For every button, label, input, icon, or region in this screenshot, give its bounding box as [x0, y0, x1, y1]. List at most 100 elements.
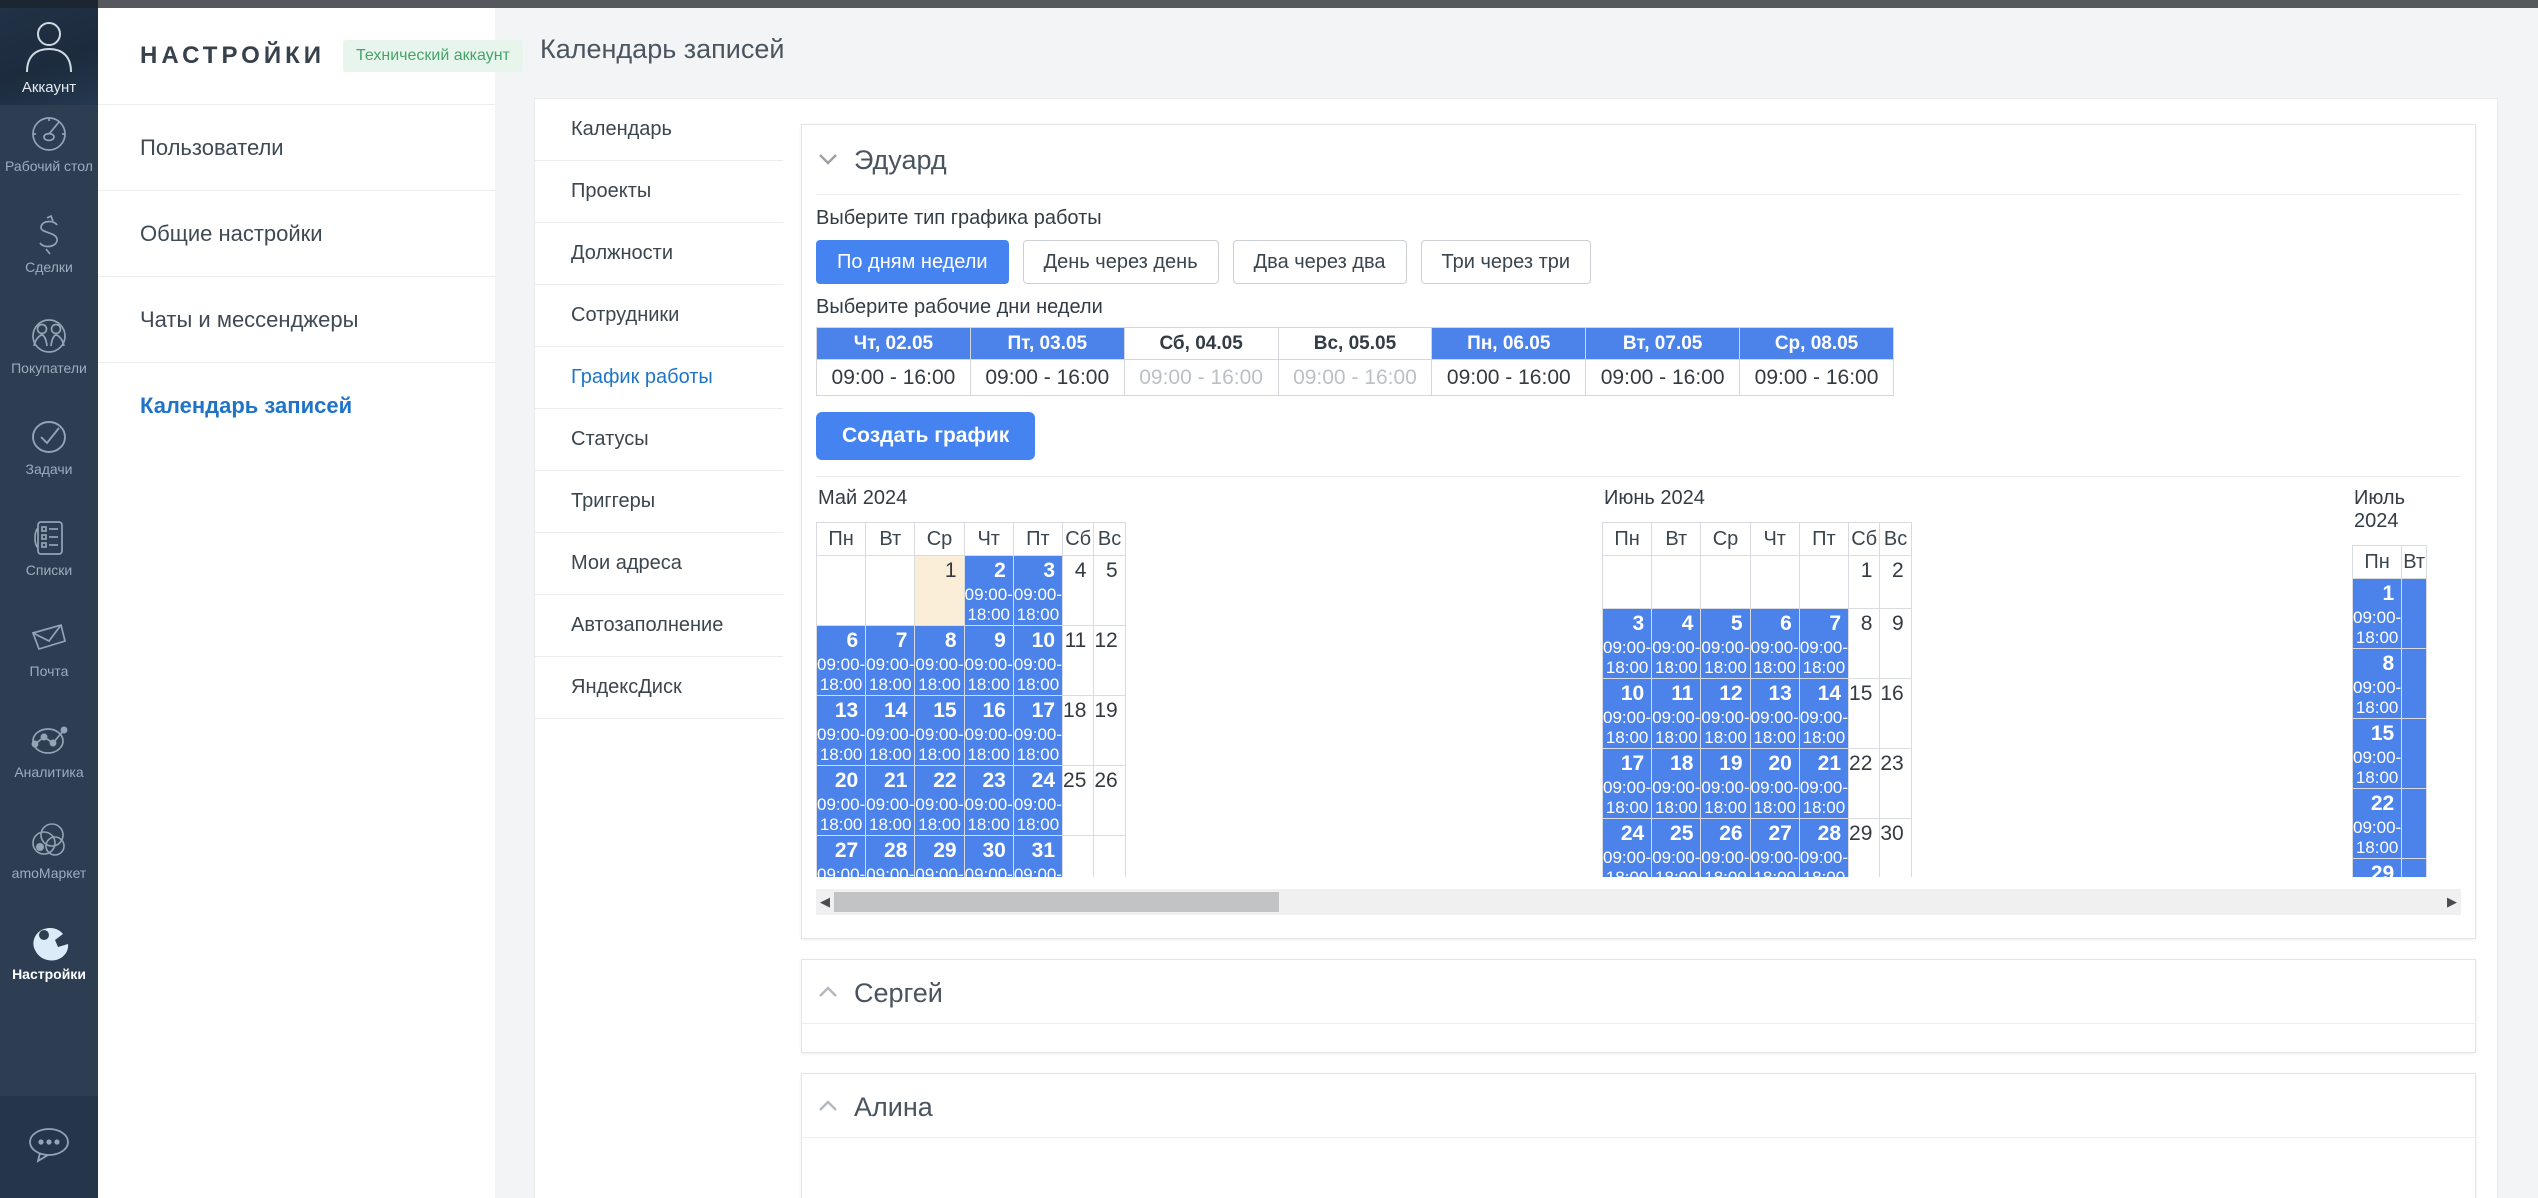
day-cell[interactable]: 809:00-18:00 [915, 626, 964, 696]
day-cell[interactable]: 2609:00-18:00 [1701, 819, 1750, 878]
day-cell[interactable]: 2809:00-18:00 [1799, 819, 1848, 878]
day-cell[interactable]: 1809:00-18:00 [1652, 749, 1701, 819]
day-cell[interactable]: 1409:00-18:00 [866, 696, 915, 766]
day-cell[interactable]: 8 [1849, 609, 1880, 679]
day-cell[interactable]: 18 [1063, 696, 1094, 766]
schedule-type-button[interactable]: Три через три [1421, 240, 1591, 284]
day-cell[interactable]: 4 [1063, 556, 1094, 626]
sidebar-item-buyers[interactable]: Покупатели [0, 314, 98, 415]
day-cell[interactable]: 26 [1094, 766, 1125, 836]
day-cell[interactable]: 12 [1094, 626, 1125, 696]
day-cell[interactable]: 209:00-18:00 [964, 556, 1013, 626]
day-cell[interactable]: 609:00-18:00 [1750, 609, 1799, 679]
day-cell[interactable]: 109:00-18:00 [2353, 579, 2402, 649]
sidebar-item-amomarket[interactable]: amoМаркет [0, 819, 98, 920]
week-day-header[interactable]: Чт, 02.05 [817, 328, 971, 360]
day-cell[interactable]: 25 [1063, 766, 1094, 836]
settings-nav-item[interactable]: Общие настройки [98, 190, 495, 276]
day-cell[interactable]: 2309:00-18:00 [964, 766, 1013, 836]
day-cell[interactable]: 1409:00-18:00 [1799, 679, 1848, 749]
sidebar-item-tasks[interactable]: Задачи [0, 415, 98, 516]
sidebar-item-deals[interactable]: Сделки [0, 213, 98, 314]
settings-nav-item[interactable]: Календарь записей [98, 362, 495, 448]
week-day-time[interactable]: 09:00 - 16:00 [1740, 360, 1894, 396]
week-day-header[interactable]: Пн, 06.05 [1432, 328, 1586, 360]
day-cell[interactable]: 3109:00-18:00 [1013, 836, 1062, 878]
submenu-item[interactable]: Сотрудники [535, 285, 783, 347]
settings-nav-item[interactable]: Пользователи [98, 104, 495, 190]
week-day-header[interactable]: Ср, 08.05 [1740, 328, 1894, 360]
submenu-item[interactable]: Триггеры [535, 471, 783, 533]
day-cell[interactable]: 29 [1849, 819, 1880, 878]
submenu-item[interactable]: Проекты [535, 161, 783, 223]
day-cell[interactable]: 2109:00-18:00 [866, 766, 915, 836]
day-cell[interactable]: 1509:00-18:00 [2353, 719, 2402, 789]
day-cell[interactable]: 2009:00-18:00 [1750, 749, 1799, 819]
scrollbar-thumb[interactable] [834, 892, 1279, 912]
day-cell[interactable]: 909:00-18:00 [964, 626, 1013, 696]
day-cell[interactable]: 809:00-18:00 [2353, 649, 2402, 719]
day-cell[interactable]: 15 [1849, 679, 1880, 749]
day-cell[interactable]: 2709:00-18:00 [817, 836, 866, 878]
day-cell[interactable]: 409:00-18:00 [1652, 609, 1701, 679]
day-cell[interactable]: 2509:00-18:00 [1652, 819, 1701, 878]
day-cell[interactable]: 2409:00-18:00 [1013, 766, 1062, 836]
day-cell[interactable]: 709:00-18:00 [866, 626, 915, 696]
day-cell[interactable]: 19 [1094, 696, 1125, 766]
sidebar-item-settings[interactable]: Настройки [0, 920, 98, 1021]
submenu-item[interactable]: Мои адреса [535, 533, 783, 595]
week-day-time[interactable]: 09:00 - 16:00 [1432, 360, 1586, 396]
day-cell[interactable]: 16 [1880, 679, 1911, 749]
schedule-type-button[interactable]: По дням недели [816, 240, 1009, 284]
week-day-header[interactable]: Вт, 07.05 [1586, 328, 1740, 360]
day-cell[interactable]: 2009:00-18:00 [817, 766, 866, 836]
submenu-item[interactable]: График работы [535, 347, 783, 409]
day-cell[interactable]: 1609:00-18:00 [964, 696, 1013, 766]
sidebar-item-analytics[interactable]: Аналитика [0, 718, 98, 819]
week-day-header[interactable]: Вс, 05.05 [1278, 328, 1432, 360]
week-day-header[interactable]: Пт, 03.05 [970, 328, 1124, 360]
section-header-sergey[interactable]: Сергей [802, 960, 2475, 1024]
day-cell[interactable]: 5 [1094, 556, 1125, 626]
scroll-right-arrow[interactable]: ▶ [2443, 889, 2461, 915]
day-cell[interactable]: 1709:00-18:00 [1013, 696, 1062, 766]
sidebar-item-account[interactable]: Аккаунт [0, 8, 98, 105]
sidebar-item-dashboard[interactable]: Рабочий стол [0, 112, 98, 213]
submenu-item[interactable]: Автозаполнение [535, 595, 783, 657]
day-cell[interactable]: 309:00-18:00 [1603, 609, 1652, 679]
submenu-item[interactable]: Должности [535, 223, 783, 285]
sidebar-item-chat[interactable] [0, 1096, 98, 1198]
day-cell[interactable]: 1709:00-18:00 [1603, 749, 1652, 819]
week-day-time[interactable]: 09:00 - 16:00 [1586, 360, 1740, 396]
day-cell[interactable]: 1109:00-18:00 [1652, 679, 1701, 749]
day-cell[interactable]: 2909:00-18:00 [915, 836, 964, 878]
section-header-eduard[interactable]: Эдуард [816, 137, 2461, 195]
week-day-time[interactable]: 09:00 - 16:00 [1124, 360, 1278, 396]
day-cell[interactable]: 9 [1880, 609, 1911, 679]
day-cell[interactable]: 1309:00-18:00 [1750, 679, 1799, 749]
week-day-time[interactable]: 09:00 - 16:00 [817, 360, 971, 396]
submenu-item[interactable]: ЯндексДиск [535, 657, 783, 719]
create-schedule-button[interactable]: Создать график [816, 412, 1035, 460]
scroll-left-arrow[interactable]: ◀ [816, 889, 834, 915]
day-cell[interactable]: 2409:00-18:00 [1603, 819, 1652, 878]
day-cell[interactable]: 30 [1880, 819, 1911, 878]
day-cell[interactable]: 2 [1880, 556, 1911, 609]
day-cell[interactable]: 2709:00-18:00 [1750, 819, 1799, 878]
day-cell[interactable]: 1909:00-18:00 [1701, 749, 1750, 819]
sidebar-item-mail[interactable]: Почта [0, 617, 98, 718]
submenu-item[interactable]: Статусы [535, 409, 783, 471]
day-cell[interactable]: 2809:00-18:00 [866, 836, 915, 878]
day-cell[interactable]: 1009:00-18:00 [1603, 679, 1652, 749]
week-day-time[interactable]: 09:00 - 16:00 [970, 360, 1124, 396]
day-cell[interactable]: 22 [1849, 749, 1880, 819]
day-cell[interactable]: 2209:00-18:00 [915, 766, 964, 836]
day-cell[interactable]: 309:00-18:00 [1013, 556, 1062, 626]
day-cell[interactable]: 1009:00-18:00 [1013, 626, 1062, 696]
sidebar-item-lists[interactable]: Списки [0, 516, 98, 617]
week-day-time[interactable]: 09:00 - 16:00 [1278, 360, 1432, 396]
day-cell[interactable]: 1 [915, 556, 964, 626]
day-cell[interactable]: 1 [1849, 556, 1880, 609]
day-cell[interactable]: 11 [1063, 626, 1094, 696]
settings-nav-item[interactable]: Чаты и мессенджеры [98, 276, 495, 362]
